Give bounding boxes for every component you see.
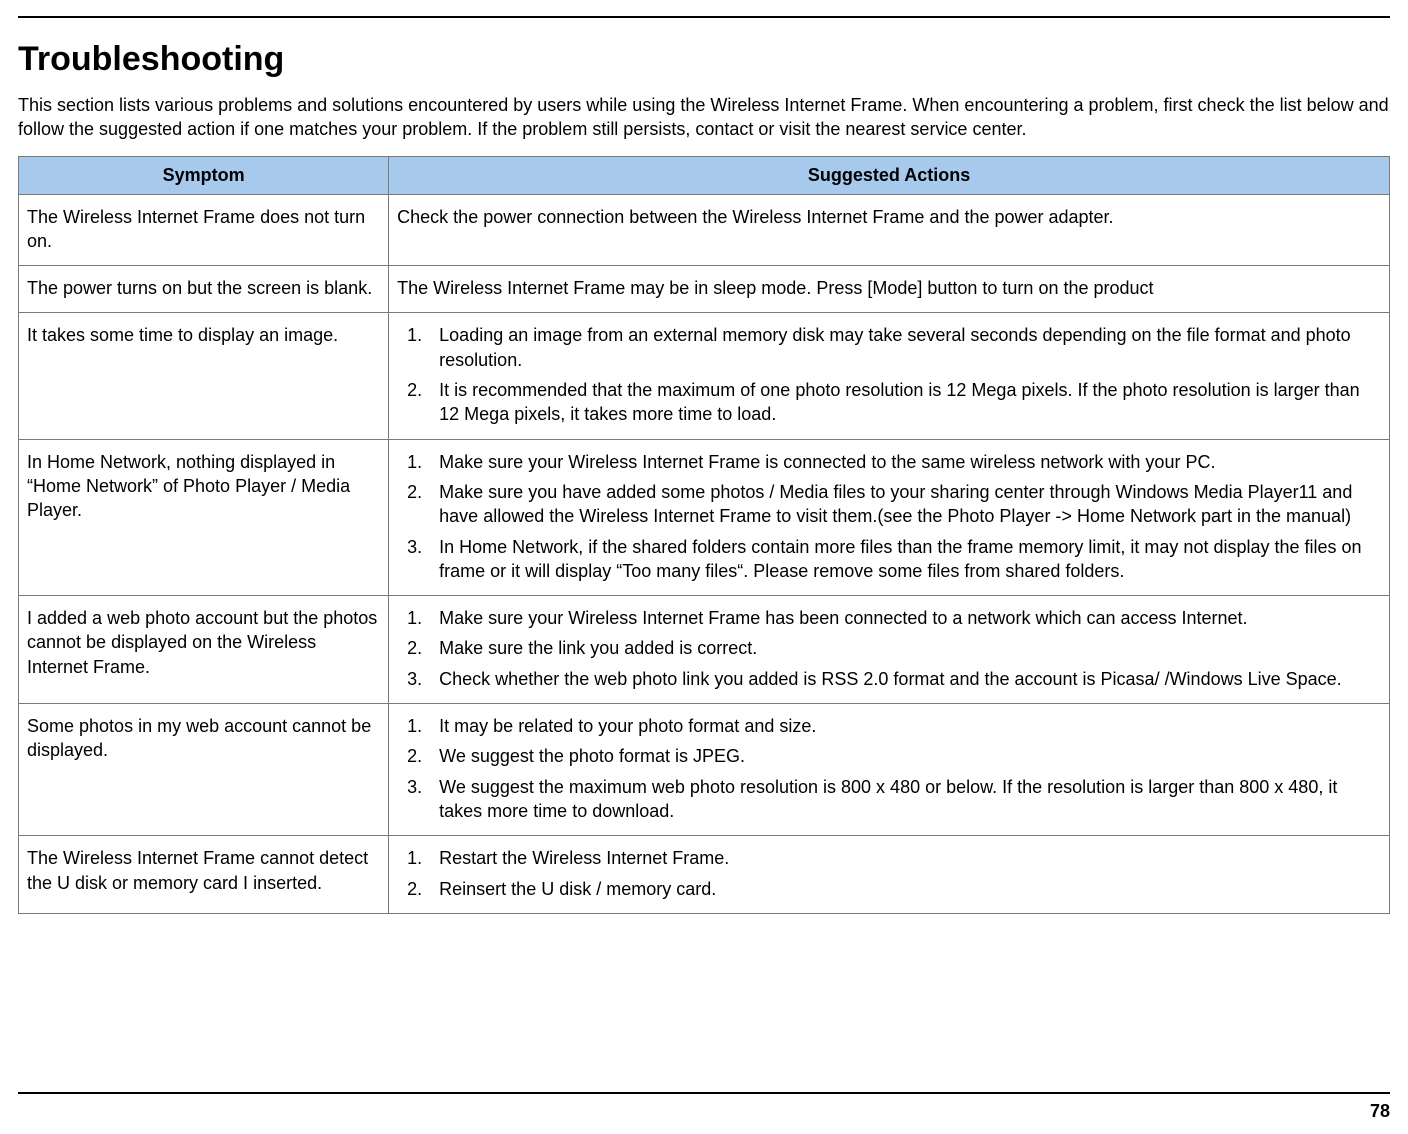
actions-cell: Loading an image from an external memory… <box>389 313 1390 439</box>
symptom-cell: The Wireless Internet Frame does not tur… <box>19 194 389 266</box>
actions-list: Restart the Wireless Internet Frame. Rein… <box>397 846 1381 901</box>
symptom-cell: I added a web photo account but the phot… <box>19 596 389 704</box>
header-actions: Suggested Actions <box>389 156 1390 194</box>
table-row: It takes some time to display an image. L… <box>19 313 1390 439</box>
actions-list-item: In Home Network, if the shared folders c… <box>427 535 1381 584</box>
table-row: Some photos in my web account cannot be … <box>19 704 1390 836</box>
actions-list-item: Make sure your Wireless Internet Frame h… <box>427 606 1381 630</box>
actions-list: Make sure your Wireless Internet Frame h… <box>397 606 1381 691</box>
actions-cell: Make sure your Wireless Internet Frame i… <box>389 439 1390 595</box>
table-row: In Home Network, nothing displayed in “H… <box>19 439 1390 595</box>
actions-list-item: Make sure the link you added is correct. <box>427 636 1381 660</box>
page: Troubleshooting This section lists vario… <box>0 16 1408 1134</box>
table-header-row: Symptom Suggested Actions <box>19 156 1390 194</box>
table-row: I added a web photo account but the phot… <box>19 596 1390 704</box>
actions-list-item: We suggest the maximum web photo resolut… <box>427 775 1381 824</box>
actions-list: Make sure your Wireless Internet Frame i… <box>397 450 1381 583</box>
top-rule <box>18 16 1390 18</box>
page-title: Troubleshooting <box>18 40 1390 79</box>
symptom-cell: The power turns on but the screen is bla… <box>19 266 389 313</box>
actions-cell: The Wireless Internet Frame may be in sl… <box>389 266 1390 313</box>
actions-cell: It may be related to your photo format a… <box>389 704 1390 836</box>
actions-list-item: We suggest the photo format is JPEG. <box>427 744 1381 768</box>
bottom-rule <box>18 1092 1390 1094</box>
symptom-cell: In Home Network, nothing displayed in “H… <box>19 439 389 595</box>
table-row: The Wireless Internet Frame does not tur… <box>19 194 1390 266</box>
actions-list: Loading an image from an external memory… <box>397 323 1381 426</box>
actions-list-item: Loading an image from an external memory… <box>427 323 1381 372</box>
actions-list-item: Reinsert the U disk / memory card. <box>427 877 1381 901</box>
table-row: The Wireless Internet Frame cannot detec… <box>19 836 1390 914</box>
actions-list-item: It may be related to your photo format a… <box>427 714 1381 738</box>
actions-cell: Restart the Wireless Internet Frame. Rein… <box>389 836 1390 914</box>
actions-text: The Wireless Internet Frame may be in sl… <box>397 278 1153 298</box>
table-row: The power turns on but the screen is bla… <box>19 266 1390 313</box>
header-symptom: Symptom <box>19 156 389 194</box>
symptom-cell: Some photos in my web account cannot be … <box>19 704 389 836</box>
actions-list-item: Check whether the web photo link you add… <box>427 667 1381 691</box>
intro-paragraph: This section lists various problems and … <box>18 93 1390 142</box>
symptom-cell: The Wireless Internet Frame cannot detec… <box>19 836 389 914</box>
actions-text: Check the power connection between the W… <box>397 207 1113 227</box>
troubleshooting-table: Symptom Suggested Actions The Wireless I… <box>18 156 1390 914</box>
actions-cell: Make sure your Wireless Internet Frame h… <box>389 596 1390 704</box>
actions-list-item: Restart the Wireless Internet Frame. <box>427 846 1381 870</box>
page-number: 78 <box>1370 1101 1390 1122</box>
actions-list-item: It is recommended that the maximum of on… <box>427 378 1381 427</box>
actions-list-item: Make sure you have added some photos / M… <box>427 480 1381 529</box>
actions-cell: Check the power connection between the W… <box>389 194 1390 266</box>
symptom-cell: It takes some time to display an image. <box>19 313 389 439</box>
actions-list-item: Make sure your Wireless Internet Frame i… <box>427 450 1381 474</box>
actions-list: It may be related to your photo format a… <box>397 714 1381 823</box>
